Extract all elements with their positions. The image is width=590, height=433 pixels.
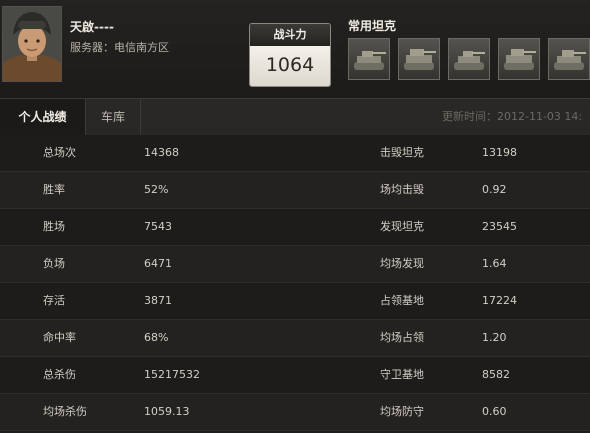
stat-value: 0.92 [482, 183, 507, 196]
stat-value: 17224 [482, 294, 517, 307]
table-row: 总杀伤 15217532 守卫基地 8582 [0, 357, 590, 394]
tab-personal-record[interactable]: 个人战绩 [0, 99, 86, 135]
stat-label: 胜场 [43, 220, 65, 233]
stat-value: 3871 [144, 294, 172, 307]
table-row: 胜率 52% 场均击毁 0.92 [0, 172, 590, 209]
profile-header: 天啟---- 服务器：电信南方区 战斗力 1064 常用坦克 [0, 0, 590, 98]
stat-value: 52% [144, 183, 169, 196]
combat-power-title: 战斗力 [250, 24, 330, 46]
tank-thumbnail[interactable] [398, 38, 440, 80]
stat-label: 击毁坦克 [380, 146, 424, 159]
stat-value: 14368 [144, 146, 179, 159]
stat-label: 存活 [43, 294, 65, 307]
tank-thumbnail[interactable] [348, 38, 390, 80]
table-row: 命中率 68% 均场占领 1.20 [0, 320, 590, 357]
tank-thumbnail[interactable] [498, 38, 540, 80]
table-row: 均场杀伤 1059.13 均场防守 0.60 [0, 394, 590, 431]
stat-label: 命中率 [43, 331, 76, 344]
stat-value: 68% [144, 331, 169, 344]
tank-icon [454, 51, 485, 70]
stat-label: 均场杀伤 [43, 405, 87, 418]
soldier-portrait-icon [3, 7, 61, 81]
combat-power-value: 1064 [250, 46, 330, 86]
stat-value: 13198 [482, 146, 517, 159]
stat-value: 1.64 [482, 257, 507, 270]
stat-value: 15217532 [144, 368, 200, 381]
stat-value: 23545 [482, 220, 517, 233]
stat-value: 1059.13 [144, 405, 190, 418]
stat-label: 负场 [43, 257, 65, 270]
tank-icon [404, 49, 436, 70]
stat-label: 均场防守 [380, 405, 424, 418]
common-tanks-title: 常用坦克 [348, 19, 397, 33]
stat-label: 发现坦克 [380, 220, 424, 233]
tab-bar: 个人战绩 车库 更新时间：2012-11-03 14: [0, 98, 590, 136]
stat-label: 均场占领 [380, 331, 424, 344]
stat-value: 1.20 [482, 331, 507, 344]
stat-label: 总场次 [43, 146, 76, 159]
stats-table: 总场次 14368 击毁坦克 13198 胜率 52% 场均击毁 0.92 胜场… [0, 135, 590, 431]
tank-icon [504, 49, 536, 70]
tank-icon [354, 51, 386, 70]
tank-thumbnail[interactable] [448, 38, 490, 80]
server-value: 电信南方区 [114, 41, 169, 54]
stat-label: 场均击毁 [380, 183, 424, 196]
table-row: 存活 3871 占领基地 17224 [0, 283, 590, 320]
stat-label: 守卫基地 [380, 368, 424, 381]
tab-garage[interactable]: 车库 [86, 99, 141, 135]
stat-label: 占领基地 [380, 294, 424, 307]
stat-label: 胜率 [43, 183, 65, 196]
server-info: 服务器：电信南方区 [70, 39, 169, 55]
stat-value: 7543 [144, 220, 172, 233]
table-row: 负场 6471 均场发现 1.64 [0, 246, 590, 283]
stat-value: 6471 [144, 257, 172, 270]
tank-thumbnail[interactable] [548, 38, 590, 80]
tank-icon [554, 50, 586, 70]
stat-value: 0.60 [482, 405, 507, 418]
server-label: 服务器： [70, 41, 114, 54]
table-row: 胜场 7543 发现坦克 23545 [0, 209, 590, 246]
combat-power-box: 战斗力 1064 [249, 23, 331, 87]
player-name: 天啟---- [70, 20, 114, 34]
player-avatar [2, 6, 62, 82]
stat-value: 8582 [482, 368, 510, 381]
stat-label: 总杀伤 [43, 368, 76, 381]
update-time: 更新时间：2012-11-03 14: [442, 110, 583, 123]
table-row: 总场次 14368 击毁坦克 13198 [0, 135, 590, 172]
stat-label: 均场发现 [380, 257, 424, 270]
